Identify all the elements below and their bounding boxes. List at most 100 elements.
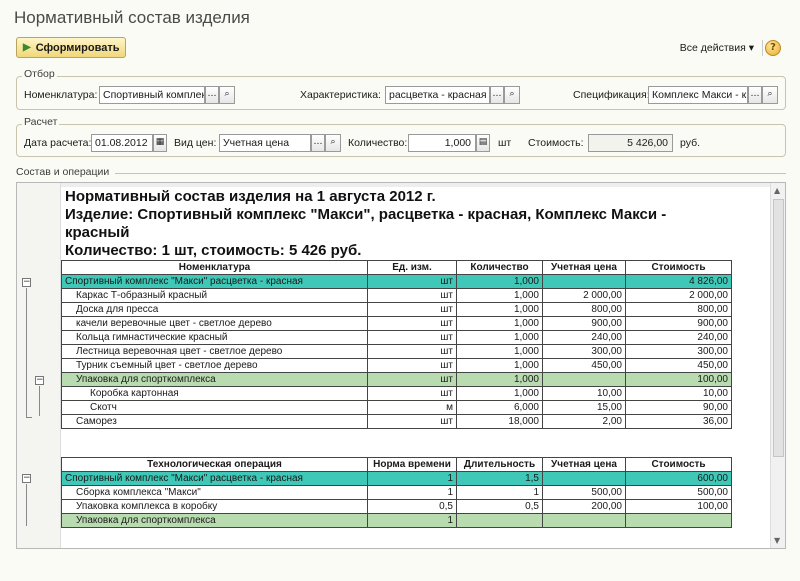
scroll-down-icon[interactable]: ▼ <box>774 536 780 545</box>
table-row-subgroup[interactable]: Упаковка для спорткомплекса 1 <box>61 513 732 528</box>
calendar-icon[interactable]: ▦ <box>153 134 167 152</box>
spec-label: Спецификация: <box>573 89 650 101</box>
column-header: Номенклатура <box>61 260 368 275</box>
cell-unit: шт <box>367 302 457 317</box>
cell-cost: 100,00 <box>625 499 732 514</box>
nomenclature-field[interactable]: Спортивный комплек <box>99 86 205 104</box>
qty-label: Количество: <box>348 137 408 149</box>
tree-line <box>26 288 27 418</box>
cell-qty: 1,000 <box>456 274 543 289</box>
cell-cost: 100,00 <box>625 372 732 387</box>
characteristic-field[interactable]: расцветка - красная <box>385 86 490 104</box>
tree-line <box>26 417 32 418</box>
calc-group-title: Расчет <box>22 116 60 128</box>
report-panel[interactable]: Нормативный состав изделия на 1 августа … <box>16 182 786 549</box>
cell-unit: шт <box>367 330 457 345</box>
cell-unit: шт <box>367 358 457 373</box>
qty-field[interactable]: 1,000 <box>408 134 476 152</box>
characteristic-search-icon[interactable]: ⌕ <box>504 86 520 104</box>
nomenclature-select-button[interactable]: … <box>205 86 219 104</box>
scrollbar-thumb[interactable] <box>773 199 784 457</box>
table-row[interactable]: качели веревочные цвет - светлое дерево … <box>61 316 732 331</box>
table-row[interactable]: Коробка картонная шт 1,000 10,00 10,00 <box>61 386 732 401</box>
cell-cost: 4 826,00 <box>625 274 732 289</box>
cell-name: Спортивный комплекс "Макси" расцветка - … <box>61 274 368 289</box>
cell-name: Турник съемный цвет - светлое дерево <box>61 358 368 373</box>
cell-unit: шт <box>367 414 457 429</box>
table-row[interactable]: Скотч м 6,000 15,00 90,00 <box>61 400 732 415</box>
cost-unit: руб. <box>680 137 701 149</box>
composition-table: Номенклатура Ед. изм. Количество Учетная… <box>61 260 732 429</box>
help-icon[interactable]: ? <box>765 40 781 56</box>
column-header: Ед. изм. <box>367 260 457 275</box>
section-rule <box>115 173 786 174</box>
form-button[interactable]: ▶ Сформировать <box>16 37 126 58</box>
cell-price <box>542 471 626 486</box>
qty-unit: шт <box>498 137 512 149</box>
spec-search-icon[interactable]: ⌕ <box>762 86 778 104</box>
cell-cost: 500,00 <box>625 485 732 500</box>
table-row-group[interactable]: Спортивный комплекс "Макси" расцветка - … <box>61 274 732 289</box>
collapse-icon[interactable]: − <box>22 474 31 483</box>
cell-price: 500,00 <box>542 485 626 500</box>
report-top-margin <box>61 183 771 187</box>
table-row[interactable]: Сборка комплекса "Макси" 1 1 500,00 500,… <box>61 485 732 500</box>
cell-name: Скотч <box>61 400 368 415</box>
cell-name: Упаковка для спорткомплекса <box>61 372 368 387</box>
table-row-group[interactable]: Спортивный комплекс "Макси" расцветка - … <box>61 471 732 486</box>
cell-name: Доска для пресса <box>61 302 368 317</box>
cell-qty: 1,000 <box>456 344 543 359</box>
collapse-icon[interactable]: − <box>22 278 31 287</box>
cell-operation: Упаковка комплекса в коробку <box>61 499 368 514</box>
price-type-select-button[interactable]: … <box>311 134 325 152</box>
table-row[interactable]: Саморез шт 18,000 2,00 36,00 <box>61 414 732 429</box>
cell-cost: 240,00 <box>625 330 732 345</box>
cell-unit: шт <box>367 316 457 331</box>
cell-price <box>542 274 626 289</box>
price-type-search-icon[interactable]: ⌕ <box>325 134 341 152</box>
nomenclature-search-icon[interactable]: ⌕ <box>219 86 235 104</box>
cell-unit: шт <box>367 372 457 387</box>
column-header: Длительность <box>456 457 543 472</box>
table-row-subgroup[interactable]: Упаковка для спорткомплекса шт 1,000 100… <box>61 372 732 387</box>
date-field[interactable]: 01.08.2012 <box>91 134 153 152</box>
cell-price: 2 000,00 <box>542 288 626 303</box>
table-row[interactable]: Доска для пресса шт 1,000 800,00 800,00 <box>61 302 732 317</box>
vertical-scrollbar[interactable]: ▲ ▼ <box>770 183 785 548</box>
table-header-row: Технологическая операция Норма времени Д… <box>61 457 732 472</box>
cell-price <box>542 513 626 528</box>
form-button-label: Сформировать <box>35 41 120 54</box>
cell-qty: 1,000 <box>456 302 543 317</box>
cell-unit: м <box>367 400 457 415</box>
price-type-label: Вид цен: <box>174 137 217 149</box>
cell-qty: 1,000 <box>456 372 543 387</box>
cell-cost: 2 000,00 <box>625 288 732 303</box>
cell-duration: 1 <box>456 485 543 500</box>
collapse-icon[interactable]: − <box>35 376 44 385</box>
table-row[interactable]: Лестница веревочная цвет - светлое дерев… <box>61 344 732 359</box>
characteristic-select-button[interactable]: … <box>490 86 504 104</box>
tree-line <box>26 484 27 526</box>
table-row[interactable]: Каркас Т-образный красный шт 1,000 2 000… <box>61 288 732 303</box>
scroll-up-icon[interactable]: ▲ <box>774 186 780 195</box>
filter-group-title: Отбор <box>22 68 57 80</box>
calculator-icon[interactable]: ▤ <box>476 134 490 152</box>
cell-time-norm: 0,5 <box>367 499 457 514</box>
spec-select-button[interactable]: … <box>748 86 762 104</box>
play-icon: ▶ <box>23 42 31 53</box>
table-row[interactable]: Упаковка комплекса в коробку 0,5 0,5 200… <box>61 499 732 514</box>
cell-time-norm: 1 <box>367 471 457 486</box>
price-type-field[interactable]: Учетная цена <box>219 134 311 152</box>
column-header: Количество <box>456 260 543 275</box>
cell-price <box>542 372 626 387</box>
cell-duration: 0,5 <box>456 499 543 514</box>
report-line-1: Нормативный состав изделия на 1 августа … <box>65 188 436 205</box>
all-actions-menu[interactable]: Все действия ▾ <box>680 42 754 54</box>
cell-price: 200,00 <box>542 499 626 514</box>
table-row[interactable]: Кольца гимнастические красный шт 1,000 2… <box>61 330 732 345</box>
cell-name: Саморез <box>61 414 368 429</box>
toolbar-divider <box>762 40 763 56</box>
table-row[interactable]: Турник съемный цвет - светлое дерево шт … <box>61 358 732 373</box>
cell-price: 15,00 <box>542 400 626 415</box>
spec-field[interactable]: Комплекс Макси - к <box>648 86 748 104</box>
